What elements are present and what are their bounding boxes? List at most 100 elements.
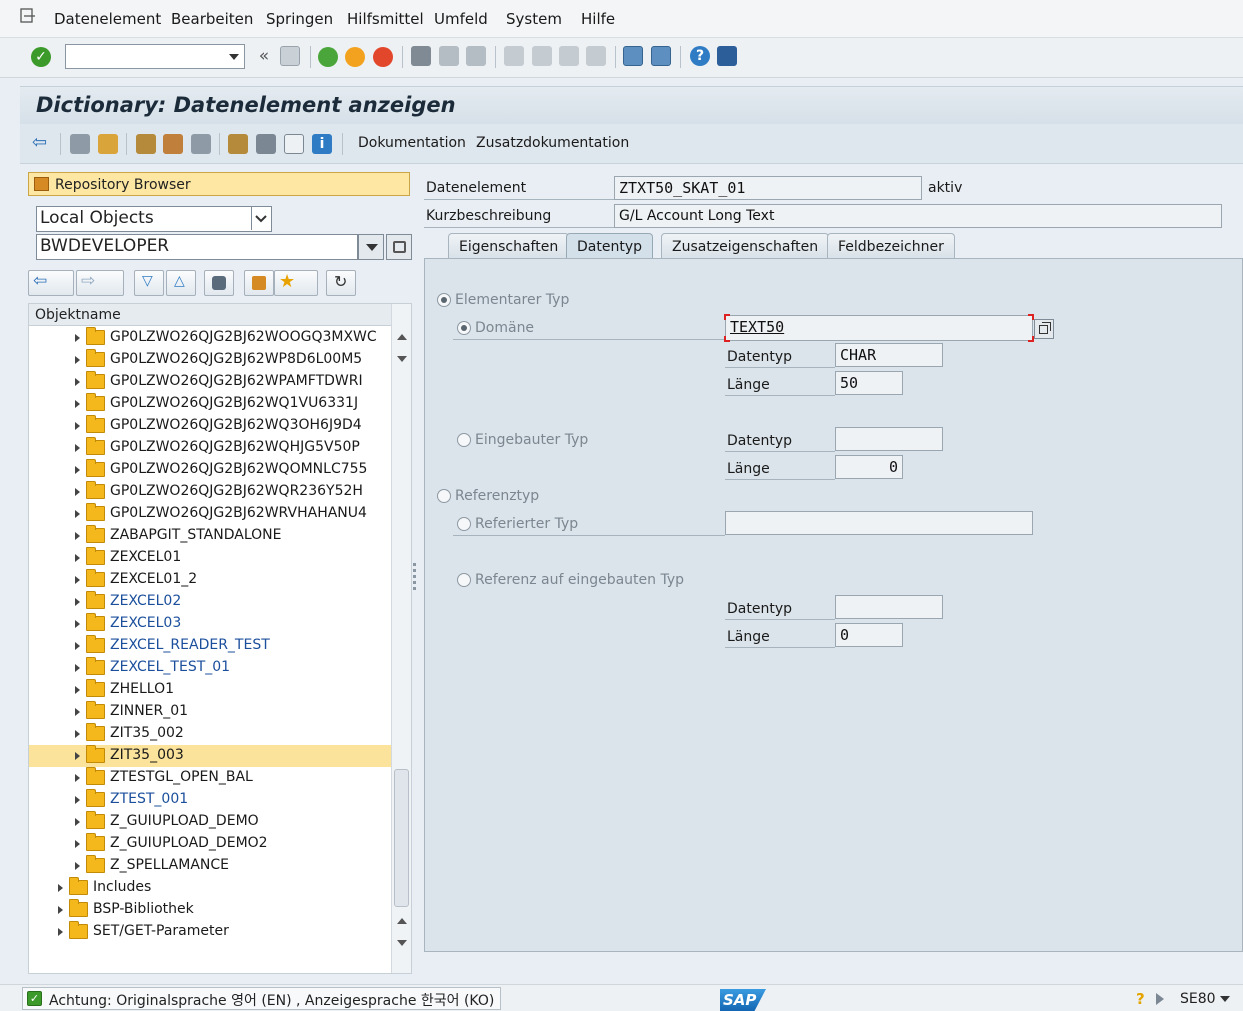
expand-arrow-icon[interactable]	[75, 664, 80, 672]
splitter-handle[interactable]	[412, 560, 418, 600]
next-page-icon[interactable]	[559, 46, 579, 66]
worklist-icon[interactable]	[284, 134, 304, 154]
back-green-icon[interactable]	[318, 47, 338, 67]
eingebauter-typ-radio[interactable]	[457, 433, 471, 447]
menu-hilfe[interactable]: Hilfe	[581, 10, 615, 28]
tree-item[interactable]: GP0LZWO26QJG2BJ62WRVHAHANU4	[29, 503, 391, 525]
expand-arrow-icon[interactable]	[75, 488, 80, 496]
shortcut-icon[interactable]	[651, 46, 671, 66]
expand-arrow-icon[interactable]	[75, 818, 80, 826]
tree-item[interactable]: BSP-Bibliothek	[29, 899, 391, 921]
copy-icon[interactable]	[1034, 319, 1054, 339]
menu-datenelement[interactable]: Datenelement	[54, 10, 161, 28]
chevron-down-icon[interactable]	[251, 207, 271, 230]
check-object-icon[interactable]	[136, 134, 156, 154]
expand-arrow-icon[interactable]	[75, 620, 80, 628]
referenztyp-radio[interactable]	[437, 489, 451, 503]
tree-item[interactable]: ZIT35_002	[29, 723, 391, 745]
expand-arrow-icon[interactable]	[75, 708, 80, 716]
scroll-down-icon[interactable]	[397, 940, 407, 946]
expand-arrow-icon[interactable]	[75, 598, 80, 606]
tree-item[interactable]: ZABAPGIT_STANDALONE	[29, 525, 391, 547]
expand-arrow-icon[interactable]	[75, 466, 80, 474]
tab-datentyp[interactable]: Datentyp	[566, 233, 653, 259]
tree-item[interactable]: ZEXCEL02	[29, 591, 391, 613]
first-page-icon[interactable]	[504, 46, 524, 66]
back-arrow-icon[interactable]: ⇦	[32, 134, 52, 154]
expand-arrow-icon[interactable]	[75, 422, 80, 430]
prev-page-icon[interactable]	[532, 46, 552, 66]
kurzbeschreibung-field[interactable]: G/L Account Long Text	[614, 204, 1222, 228]
print-icon[interactable]	[411, 46, 431, 66]
eing-datentyp-field[interactable]	[835, 427, 943, 451]
menu-bearbeiten[interactable]: Bearbeiten	[171, 10, 253, 28]
scroll-up-icon[interactable]	[397, 918, 407, 924]
tree-favorites-button[interactable]: ★	[274, 270, 318, 296]
chevron-down-icon[interactable]	[229, 54, 239, 60]
tree-item[interactable]: GP0LZWO26QJG2BJ62WQR236Y52H	[29, 481, 391, 503]
info-icon[interactable]: i	[312, 134, 332, 154]
tree-item[interactable]: GP0LZWO26QJG2BJ62WP8D6L00M5	[29, 349, 391, 371]
scroll-thumb[interactable]	[394, 769, 409, 907]
new-session-icon[interactable]	[623, 46, 643, 66]
help-icon[interactable]: ?	[690, 46, 710, 66]
command-field[interactable]	[65, 44, 245, 69]
referierter-typ-radio[interactable]	[457, 517, 471, 531]
back-icon[interactable]: «	[254, 47, 274, 67]
expand-arrow-icon[interactable]	[75, 576, 80, 584]
display-icon[interactable]	[386, 234, 412, 260]
scroll-up-icon[interactable]	[397, 334, 407, 340]
object-type-select[interactable]: Local Objects	[36, 206, 272, 232]
display-change-icon[interactable]	[70, 134, 90, 154]
key-icon[interactable]: ?	[1136, 990, 1150, 1008]
check-icon[interactable]: ✓	[31, 47, 51, 67]
ref-datentyp-field[interactable]	[835, 595, 943, 619]
tree-item[interactable]: ZIT35_003	[29, 745, 391, 767]
tree-item[interactable]: ZEXCEL_TEST_01	[29, 657, 391, 679]
expand-arrow-icon[interactable]	[58, 928, 63, 936]
tab-eigenschaften[interactable]: Eigenschaften	[448, 233, 570, 259]
tree-item[interactable]: GP0LZWO26QJG2BJ62WQOMNLC755	[29, 459, 391, 481]
menu-springen[interactable]: Springen	[266, 10, 333, 28]
dom-datentyp-field[interactable]: CHAR	[835, 343, 943, 367]
expand-arrow-icon[interactable]	[75, 554, 80, 562]
activate-icon[interactable]	[163, 134, 183, 154]
tree-item[interactable]: GP0LZWO26QJG2BJ62WPAMFTDWRI	[29, 371, 391, 393]
last-page-icon[interactable]	[586, 46, 606, 66]
tree-collapse-button[interactable]: △	[166, 270, 196, 296]
tree-expand-button[interactable]: ▽	[134, 270, 164, 296]
status-message[interactable]: ✓ Achtung: Originalsprache 영어 (EN) , Anz…	[22, 987, 502, 1010]
documentation-button[interactable]: Dokumentation	[358, 135, 466, 151]
expand-arrow-icon[interactable]	[75, 730, 80, 738]
expand-arrow-icon[interactable]	[75, 840, 80, 848]
expand-arrow-icon[interactable]	[75, 752, 80, 760]
tree-item[interactable]: Z_SPELLAMANCE	[29, 855, 391, 877]
transaction-code[interactable]: SE80	[1180, 991, 1216, 1007]
tree-item[interactable]: ZINNER_01	[29, 701, 391, 723]
referenz-eingebaut-radio[interactable]	[457, 573, 471, 587]
menu-hilfsmittel[interactable]: Hilfsmittel	[347, 10, 424, 28]
tree-item[interactable]: GP0LZWO26QJG2BJ62WOOGQ3MXWC	[29, 327, 391, 349]
expand-arrow-icon[interactable]	[75, 444, 80, 452]
hierarchy-icon[interactable]	[228, 134, 248, 154]
expand-arrow-icon[interactable]	[58, 884, 63, 892]
expand-arrow-icon[interactable]	[58, 906, 63, 914]
dom-laenge-field[interactable]: 50	[835, 371, 903, 395]
chevron-down-icon[interactable]	[1220, 996, 1230, 1002]
tab-feldbezeichner[interactable]: Feldbezeichner	[827, 233, 955, 259]
tree-find-button[interactable]	[204, 270, 234, 296]
find-icon[interactable]	[439, 46, 459, 66]
elementarer-typ-radio[interactable]	[437, 293, 451, 307]
tree-item[interactable]: GP0LZWO26QJG2BJ62WQ1VU6331J	[29, 393, 391, 415]
menu-umfeld[interactable]: Umfeld	[434, 10, 488, 28]
menu-system[interactable]: System	[506, 10, 562, 28]
tree-item[interactable]: Z_GUIUPLOAD_DEMO	[29, 811, 391, 833]
tree-item[interactable]: ZTEST_001	[29, 789, 391, 811]
tree-item[interactable]: SET/GET-Parameter	[29, 921, 391, 943]
menu-icon[interactable]	[20, 8, 36, 24]
tree-item[interactable]: ZEXCEL_READER_TEST	[29, 635, 391, 657]
expand-arrow-icon[interactable]	[75, 686, 80, 694]
dropdown-button[interactable]	[358, 234, 384, 260]
tree-item[interactable]: ZEXCEL01_2	[29, 569, 391, 591]
where-used-icon[interactable]	[191, 134, 211, 154]
